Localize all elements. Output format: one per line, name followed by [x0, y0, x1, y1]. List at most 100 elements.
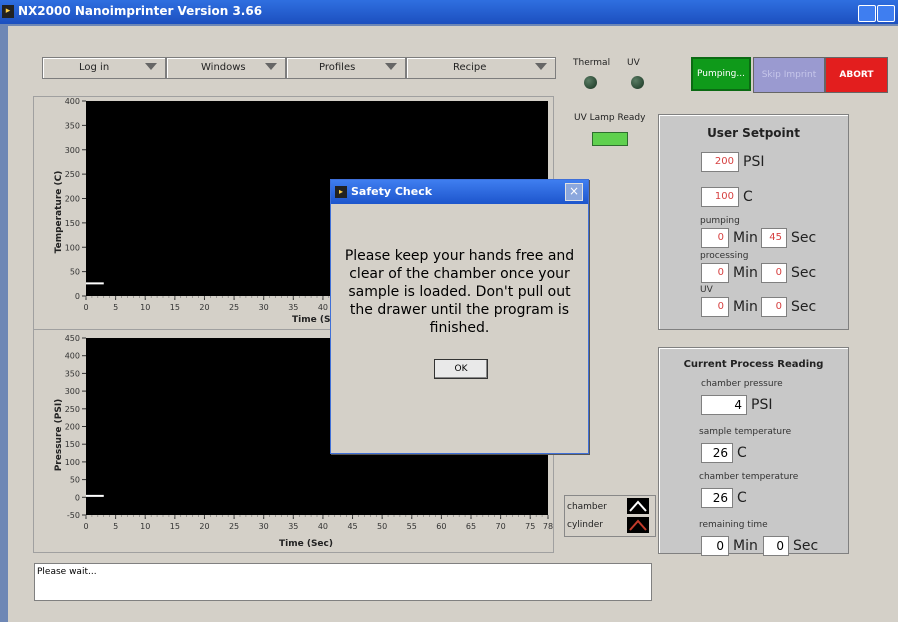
x-tick-label: 25	[229, 303, 239, 312]
x-tick-label: 0	[83, 522, 88, 531]
processing-min-field[interactable]: 0	[701, 263, 729, 283]
app-icon: ▸	[2, 5, 14, 18]
pumping-min-field[interactable]: 0	[701, 228, 729, 248]
dialog-title-bar: ▸ Safety Check ×	[331, 180, 588, 204]
skip-imprint-button[interactable]: Skip Imprint	[753, 57, 825, 93]
menu-label: Profiles	[319, 62, 356, 73]
x-tick-label: 0	[83, 303, 88, 312]
min-unit: Min	[733, 265, 758, 281]
abort-button[interactable]: ABORT	[825, 57, 888, 93]
y-tick-label: 100	[65, 458, 80, 467]
chevron-down-icon	[145, 63, 157, 70]
min-unit: Min	[733, 299, 758, 315]
current-reading-panel: Current Process Reading chamber pressure…	[658, 347, 849, 556]
y-tick-label: 300	[65, 387, 80, 396]
window-title: NX2000 Nanoimprinter Version 3.66	[18, 4, 263, 18]
y-tick-label: 50	[70, 268, 80, 277]
menu-profiles[interactable]: Profiles	[286, 57, 406, 79]
pressure-y-label: Pressure (PSI)	[54, 398, 64, 472]
pressure-unit: PSI	[751, 397, 773, 413]
dialog-message: Please keep your hands free and clear of…	[344, 248, 575, 336]
pressure-setpoint-field[interactable]: 200	[701, 152, 739, 172]
y-tick-label: 300	[65, 146, 80, 155]
x-tick-label: 10	[140, 522, 150, 531]
chamber-temperature-value: 26	[701, 488, 733, 508]
temperature-setpoint-field[interactable]: 100	[701, 187, 739, 207]
remaining-sec-value: 0	[763, 536, 789, 556]
temperature-y-label: Temperature (C)	[54, 170, 64, 254]
user-setpoint-panel: User Setpoint 200 PSI 100 C pumping 0 Mi…	[658, 114, 849, 330]
maximize-button[interactable]	[877, 5, 895, 22]
temp-unit: C	[737, 490, 747, 506]
x-tick-label: 20	[199, 303, 209, 312]
y-tick-label: 0	[75, 493, 80, 502]
x-tick-label: 30	[259, 303, 269, 312]
chevron-down-icon	[535, 63, 547, 70]
y-tick-label: 50	[70, 476, 80, 485]
x-tick-label: 35	[288, 303, 298, 312]
menu-label: Recipe	[453, 62, 487, 73]
min-unit: Min	[733, 230, 758, 246]
temp-unit: C	[737, 445, 747, 461]
user-setpoint-title: User Setpoint	[707, 126, 800, 140]
status-bar: Please wait...	[34, 563, 652, 601]
pressure-x-label: Time (Sec)	[279, 539, 333, 549]
dialog-title: Safety Check	[351, 185, 433, 198]
chevron-down-icon	[265, 63, 277, 70]
chamber-pressure-label: chamber pressure	[701, 379, 783, 389]
legend-cylinder: cylinder	[567, 520, 603, 530]
x-tick-label: 40	[318, 522, 328, 531]
minimize-button[interactable]	[858, 5, 876, 22]
y-tick-label: 150	[65, 219, 80, 228]
thermal-led-icon	[584, 76, 597, 89]
chevron-down-icon	[385, 63, 397, 70]
y-tick-label: 200	[65, 195, 80, 204]
temperature-x-label: Time (S	[292, 315, 331, 325]
menu-windows[interactable]: Windows	[166, 57, 286, 79]
x-tick-label: 30	[259, 522, 269, 531]
processing-label: processing	[700, 251, 749, 261]
sample-temperature-label: sample temperature	[699, 427, 792, 437]
x-tick-label: 55	[407, 522, 417, 531]
sample-temperature-value: 26	[701, 443, 733, 463]
uv-setpoint-label: UV	[700, 285, 713, 295]
remaining-min-value: 0	[701, 536, 729, 556]
y-tick-label: 100	[65, 243, 80, 252]
y-tick-label: 350	[65, 369, 80, 378]
sec-unit: Sec	[791, 265, 817, 281]
pumping-label: pumping	[700, 216, 740, 226]
pumping-sec-field[interactable]: 45	[761, 228, 787, 248]
y-tick-label: 400	[65, 352, 80, 361]
menu-recipe[interactable]: Recipe	[406, 57, 556, 79]
uv-sec-field[interactable]: 0	[761, 297, 787, 317]
safety-check-dialog: ▸ Safety Check × Please keep your hands …	[330, 179, 589, 454]
pumping-button[interactable]: Pumping...	[691, 57, 751, 91]
menu-log-in[interactable]: Log in	[42, 57, 166, 79]
processing-sec-field[interactable]: 0	[761, 263, 787, 283]
x-tick-label: 35	[288, 522, 298, 531]
x-tick-label: 40	[318, 303, 328, 312]
x-tick-label: 15	[170, 522, 180, 531]
x-tick-label: 45	[347, 522, 357, 531]
x-tick-label: 5	[113, 303, 118, 312]
y-tick-label: 0	[75, 292, 80, 301]
uv-label: UV	[627, 58, 640, 68]
app-icon: ▸	[335, 186, 347, 198]
title-bar: ▸ NX2000 Nanoimprinter Version 3.66	[0, 0, 898, 24]
ok-button[interactable]: OK	[434, 359, 488, 379]
y-tick-label: 250	[65, 170, 80, 179]
x-tick-label: 60	[436, 522, 446, 531]
sec-unit: Sec	[791, 230, 817, 246]
y-tick-label: -50	[67, 511, 80, 520]
y-tick-label: 200	[65, 423, 80, 432]
uv-led-icon	[631, 76, 644, 89]
uv-min-field[interactable]: 0	[701, 297, 729, 317]
legend-chamber: chamber	[567, 502, 607, 512]
sec-unit: Sec	[793, 538, 819, 554]
pressure-unit: PSI	[743, 154, 765, 170]
status-text: Please wait...	[37, 567, 97, 577]
chamber-line-icon	[627, 498, 649, 514]
x-tick-label: 50	[377, 522, 387, 531]
close-icon[interactable]: ×	[565, 183, 583, 201]
chamber-temperature-label: chamber temperature	[699, 472, 799, 482]
